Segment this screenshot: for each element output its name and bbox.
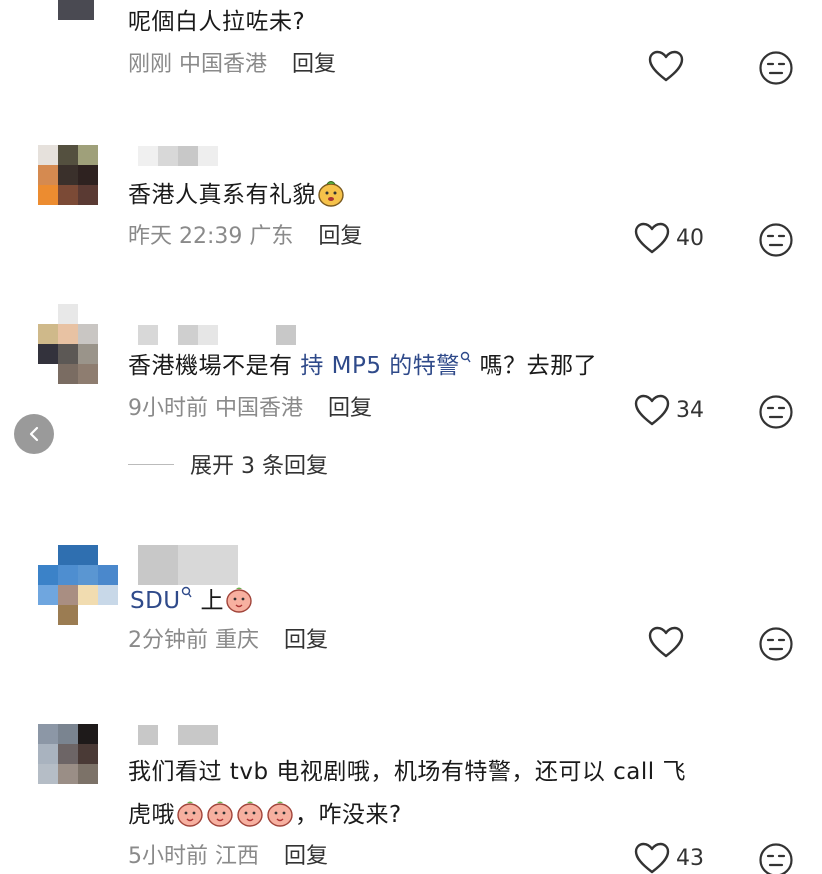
comment-text: 香港人真系有礼貌 [128, 178, 346, 211]
comment-text-body: 香港人真系有礼貌 [128, 182, 316, 208]
peach-emoji-icon [207, 801, 233, 827]
neutral-face-icon[interactable] [758, 842, 794, 874]
heart-outline-icon [634, 394, 670, 426]
comment-location: 中国香港 [215, 396, 304, 421]
avatar[interactable] [38, 545, 118, 625]
like-button[interactable] [648, 626, 684, 658]
search-link-text[interactable]: 持 MP5 的特警 [300, 353, 459, 379]
comment-text-after: 嗎？去那了 [471, 353, 598, 379]
comment-text-before: 香港機場不是有 [128, 353, 301, 379]
comment-text-line2: 虎哦 ，咋没来? [128, 798, 402, 831]
reply-button[interactable]: 回复 [292, 52, 336, 77]
comment-text-after: 上 [192, 588, 224, 614]
avatar-partial[interactable] [58, 0, 94, 20]
like-count: 43 [676, 845, 704, 871]
avatar[interactable] [38, 145, 118, 225]
comment-time: 2分钟前 [128, 628, 208, 653]
comment-text: 香港機場不是有 持 MP5 的特警 嗎？去那了 [128, 350, 597, 382]
username-blurred[interactable] [138, 325, 296, 345]
expand-replies-label[interactable]: 展开 3 条回复 [190, 448, 328, 480]
reply-button[interactable]: 回复 [284, 844, 328, 869]
search-link-text[interactable]: SDU [130, 588, 181, 614]
peach-emoji-icon [226, 587, 252, 613]
comment-location: 中国香港 [179, 52, 268, 77]
peach-emoji-icon [267, 801, 293, 827]
comment-location: 重庆 [215, 628, 260, 653]
username-blurred[interactable] [138, 725, 218, 745]
comment-meta: 9小时前 中国香港 回复 [128, 394, 372, 424]
heart-outline-icon [648, 50, 684, 82]
comment-meta: 5小时前 江西 回复 [128, 842, 328, 872]
reply-button[interactable]: 回复 [328, 396, 372, 421]
chevron-left-icon [29, 426, 39, 442]
username-blurred[interactable] [138, 146, 218, 166]
neutral-face-icon[interactable] [758, 394, 794, 430]
comment-meta: 刚刚 中国香港 回复 [128, 50, 336, 80]
comment-location: 广东 [249, 224, 294, 249]
heart-outline-icon [634, 222, 670, 254]
avatar[interactable] [38, 304, 118, 384]
like-button[interactable] [648, 50, 684, 82]
comment-text: SDU 上 [130, 584, 254, 617]
comment-meta: 2分钟前 重庆 回复 [128, 626, 328, 656]
username-blurred[interactable] [138, 545, 238, 585]
comment-location: 江西 [215, 844, 260, 869]
neutral-face-icon[interactable] [758, 222, 794, 258]
comment-time: 昨天 22:39 [128, 224, 243, 249]
search-link[interactable]: 持 MP5 的特警 [300, 351, 471, 379]
peach-emoji-icon [177, 801, 203, 827]
comment-text-after: ，咋没来? [295, 802, 402, 828]
comment-time: 9小时前 [128, 396, 208, 421]
like-count: 40 [676, 225, 704, 251]
search-link[interactable]: SDU [130, 586, 193, 614]
expand-replies-button[interactable]: 展开 3 条回复 [128, 448, 328, 480]
comment-time: 5小时前 [128, 844, 208, 869]
like-button[interactable]: 34 [634, 394, 704, 426]
like-button[interactable]: 43 [634, 842, 704, 874]
search-link-icon [460, 351, 471, 363]
mango-emoji-icon [318, 181, 344, 207]
heart-outline-icon [648, 626, 684, 658]
reply-button[interactable]: 回复 [284, 628, 328, 653]
back-button[interactable] [14, 414, 54, 454]
comment-text: 呢個白人拉咗未? [128, 9, 306, 35]
search-link-icon [181, 586, 192, 598]
comment-text-line1: 我们看过 tvb 电视剧哦，机场有特警，还可以 call 飞 [128, 759, 686, 785]
like-count: 34 [676, 397, 704, 423]
reply-button[interactable]: 回复 [318, 224, 362, 249]
neutral-face-icon[interactable] [758, 626, 794, 662]
peach-emoji-icon [237, 801, 263, 827]
like-button[interactable]: 40 [634, 222, 704, 254]
comment-meta: 昨天 22:39 广东 回复 [128, 222, 362, 252]
heart-outline-icon [634, 842, 670, 874]
neutral-face-icon[interactable] [758, 50, 794, 86]
avatar[interactable] [38, 724, 118, 804]
divider [128, 463, 174, 465]
comment-text-before: 虎哦 [128, 802, 175, 828]
comment-time: 刚刚 [128, 52, 173, 77]
